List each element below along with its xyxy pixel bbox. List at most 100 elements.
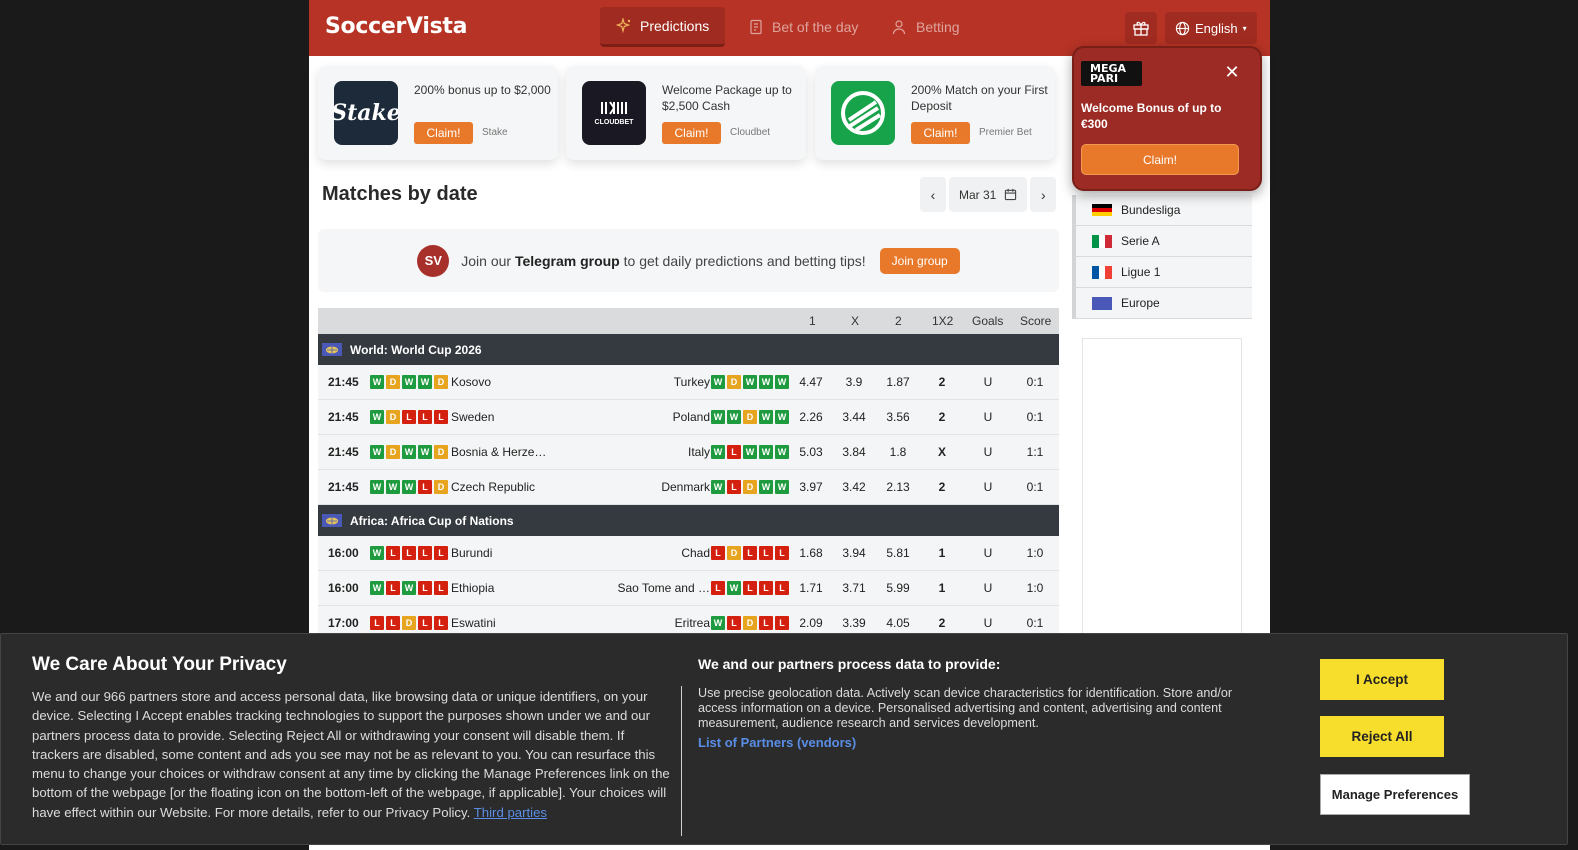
home-form: LLDLL — [370, 616, 448, 630]
language-selector[interactable]: English ▾ — [1165, 12, 1257, 44]
odd-away[interactable]: 1.8 — [878, 445, 918, 459]
megapari-logo: MEGA PARI — [1081, 61, 1142, 86]
league-header[interactable]: World: World Cup 2026 — [318, 334, 1059, 365]
date-picker[interactable]: Mar 31 — [949, 177, 1028, 212]
manage-preferences-button[interactable]: Manage Preferences — [1320, 774, 1470, 815]
odd-home[interactable]: 2.09 — [791, 616, 831, 630]
nav-tab-label: Predictions — [640, 17, 710, 34]
away-form: WLDWW — [711, 480, 789, 494]
home-form: WLWLL — [370, 581, 448, 595]
cookie-title: We Care About Your Privacy — [32, 654, 287, 675]
telegram-link[interactable]: Telegram group — [515, 253, 620, 269]
stake-logo: Stake — [334, 81, 398, 145]
table-row[interactable]: 21:45 W D W W D Kosovo Turkey W D W W W 4.47 3.9 1.87 2 U… — [318, 365, 1059, 400]
odd-draw[interactable]: 3.39 — [834, 616, 874, 630]
world-flag-icon — [1092, 296, 1112, 310]
date-navigation: ‹ Mar 31 › — [920, 177, 1057, 212]
gift-button[interactable] — [1125, 12, 1157, 44]
home-form: WWWLD — [370, 480, 448, 494]
form-badge: L — [727, 445, 741, 459]
column-header: 2 — [895, 314, 902, 328]
away-team: Denmark — [661, 480, 710, 494]
prediction-goals: U — [983, 581, 993, 595]
prediction-goals: U — [983, 375, 993, 389]
premier-bet-logo — [831, 81, 895, 145]
odd-home[interactable]: 4.47 — [791, 375, 831, 389]
league-name: Africa: Africa Cup of Nations — [350, 513, 514, 528]
sidebar-item-europe[interactable]: Europe — [1072, 288, 1252, 319]
claim-button[interactable]: Claim! — [911, 122, 970, 144]
cookie-body: We and our 966 partners store and access… — [32, 687, 672, 822]
column-header: Score — [1020, 314, 1052, 328]
odd-home[interactable]: 1.71 — [791, 581, 831, 595]
sidebar-item-ligue-1[interactable]: Ligue 1 — [1072, 257, 1252, 288]
promo-brand: Cloudbet — [730, 127, 771, 138]
league-header[interactable]: Africa: Africa Cup of Nations — [318, 505, 1059, 536]
odd-away[interactable]: 3.56 — [878, 410, 918, 424]
form-badge: W — [775, 480, 789, 494]
nav-tab-betting[interactable]: Betting — [876, 7, 976, 47]
page-title: Matches by date — [322, 183, 478, 205]
odd-home[interactable]: 5.03 — [791, 445, 831, 459]
odd-away[interactable]: 2.13 — [878, 480, 918, 494]
match-time: 16:00 — [328, 546, 359, 560]
form-badge: L — [386, 616, 400, 630]
odd-draw[interactable]: 3.84 — [834, 445, 874, 459]
accept-button[interactable]: I Accept — [1320, 659, 1444, 700]
form-badge: L — [418, 480, 432, 494]
popup-claim-button[interactable]: Claim! — [1081, 144, 1239, 175]
odd-away[interactable]: 4.05 — [878, 616, 918, 630]
table-row[interactable]: 21:45 W D W W D Bosnia & Herze… Italy W L W W W 5.03 3… — [318, 435, 1059, 470]
cloudbet-logo-text: CLOUDBET — [594, 118, 634, 126]
world-flag-icon — [322, 343, 342, 356]
site-logo[interactable]: SoccerVista — [325, 14, 467, 39]
premier-bet-ball-icon — [841, 91, 885, 135]
away-team: Italy — [687, 445, 710, 459]
nav-tab-bet-of-the-day[interactable]: Bet of the day — [732, 7, 874, 47]
partners-link[interactable]: List of Partners (vendors) — [698, 735, 856, 750]
nav-tab-predictions[interactable]: Predictions — [600, 7, 726, 47]
odd-home[interactable]: 3.97 — [791, 480, 831, 494]
reject-all-button[interactable]: Reject All — [1320, 716, 1444, 757]
odd-home[interactable]: 1.68 — [791, 546, 831, 560]
odd-draw[interactable]: 3.42 — [834, 480, 874, 494]
sidebar-item-serie-a[interactable]: Serie A — [1072, 226, 1252, 257]
away-team: Eritrea — [674, 616, 710, 630]
odd-draw[interactable]: 3.94 — [834, 546, 874, 560]
odd-away[interactable]: 5.81 — [878, 546, 918, 560]
table-row[interactable]: 21:45 W W W L D Czech Republic Denmark W L D W W 3.97… — [318, 470, 1059, 505]
odd-home[interactable]: 2.26 — [791, 410, 831, 424]
world-flag-icon — [322, 514, 342, 527]
close-icon[interactable]: ✕ — [1222, 62, 1242, 82]
form-badge: D — [386, 445, 400, 459]
home-form: WDWWD — [370, 375, 448, 389]
claim-button[interactable]: Claim! — [662, 122, 721, 144]
date-label: Mar 31 — [959, 187, 997, 202]
home-team: Czech Republic — [451, 480, 536, 494]
table-row[interactable]: 21:45 W D L L L Sweden Poland W W D W W 2.26 3.44 3.56 2… — [318, 400, 1059, 435]
telegram-prefix: Join our — [461, 252, 512, 269]
odd-away[interactable]: 5.99 — [878, 581, 918, 595]
next-date-button[interactable]: › — [1030, 177, 1057, 212]
form-badge: W — [711, 445, 725, 459]
away-team: Chad — [681, 546, 710, 560]
odd-draw[interactable]: 3.44 — [834, 410, 874, 424]
form-badge: W — [727, 581, 741, 595]
sidebar-item-label: Ligue 1 — [1121, 265, 1161, 279]
prediction-1x2: 2 — [938, 480, 946, 494]
table-row[interactable]: 16:00 W L L L L Burundi Chad L D L L L 1.68 3.94 5.81 1 U… — [318, 536, 1059, 571]
odd-draw[interactable]: 3.9 — [834, 375, 874, 389]
home-form: WDWWD — [370, 445, 448, 459]
third-parties-link[interactable]: Third parties — [474, 805, 547, 820]
gift-icon — [1133, 21, 1149, 36]
prev-date-button[interactable]: ‹ — [920, 177, 946, 212]
form-badge: D — [386, 410, 400, 424]
table-row[interactable]: 16:00 W L W L L Ethiopia Sao Tome and … L W L L L 1.7… — [318, 571, 1059, 606]
form-badge: W — [370, 375, 384, 389]
sidebar-item-bundesliga[interactable]: Bundesliga — [1072, 195, 1252, 226]
form-badge: L — [775, 616, 789, 630]
claim-button[interactable]: Claim! — [414, 122, 473, 144]
odd-draw[interactable]: 3.71 — [834, 581, 874, 595]
join-group-button[interactable]: Join group — [879, 247, 960, 274]
odd-away[interactable]: 1.87 — [878, 375, 918, 389]
